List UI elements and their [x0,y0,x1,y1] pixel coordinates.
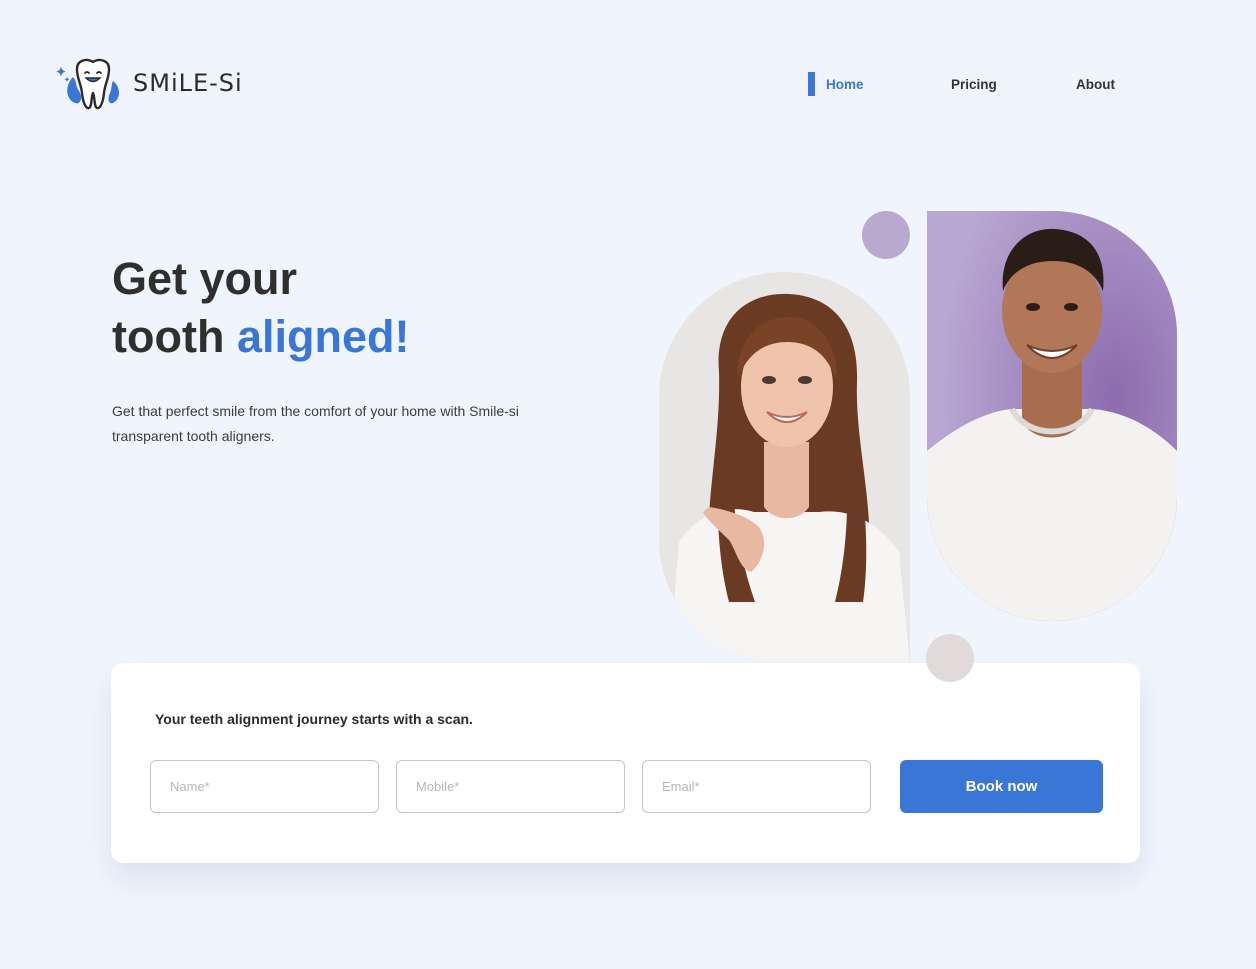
booking-card: Your teeth alignment journey starts with… [111,663,1140,863]
brand-logo[interactable]: SMiLE-Si [55,55,243,111]
hero-title-accent: aligned! [236,311,410,362]
woman-photo [659,272,910,664]
nav-item-about-label: About [1076,76,1115,92]
decorative-dot-beige [926,634,974,682]
nav-item-pricing[interactable]: Pricing [951,72,1076,96]
nav-item-home-label: Home [826,76,864,92]
nav-item-home[interactable]: Home [808,72,951,96]
nav-item-pricing-label: Pricing [951,76,997,92]
man-photo [927,211,1177,621]
booking-title: Your teeth alignment journey starts with… [155,711,473,727]
name-field[interactable] [150,760,379,813]
hero-subtitle: Get that perfect smile from the comfort … [112,403,519,444]
book-now-button[interactable]: Book now [900,760,1103,813]
brand-name: SMiLE-Si [133,69,243,97]
nav-item-about[interactable]: About [1076,72,1115,96]
hero-title-plain: tooth [112,311,225,362]
hero-title-line1: Get your [112,253,298,304]
tooth-icon [55,55,125,111]
email-field[interactable] [642,760,871,813]
mobile-field[interactable] [396,760,625,813]
hero-title: Get your tooth aligned! [112,250,409,366]
active-indicator [808,72,815,96]
decorative-dot-purple [862,211,910,259]
main-nav: Home Pricing About [808,72,1115,96]
